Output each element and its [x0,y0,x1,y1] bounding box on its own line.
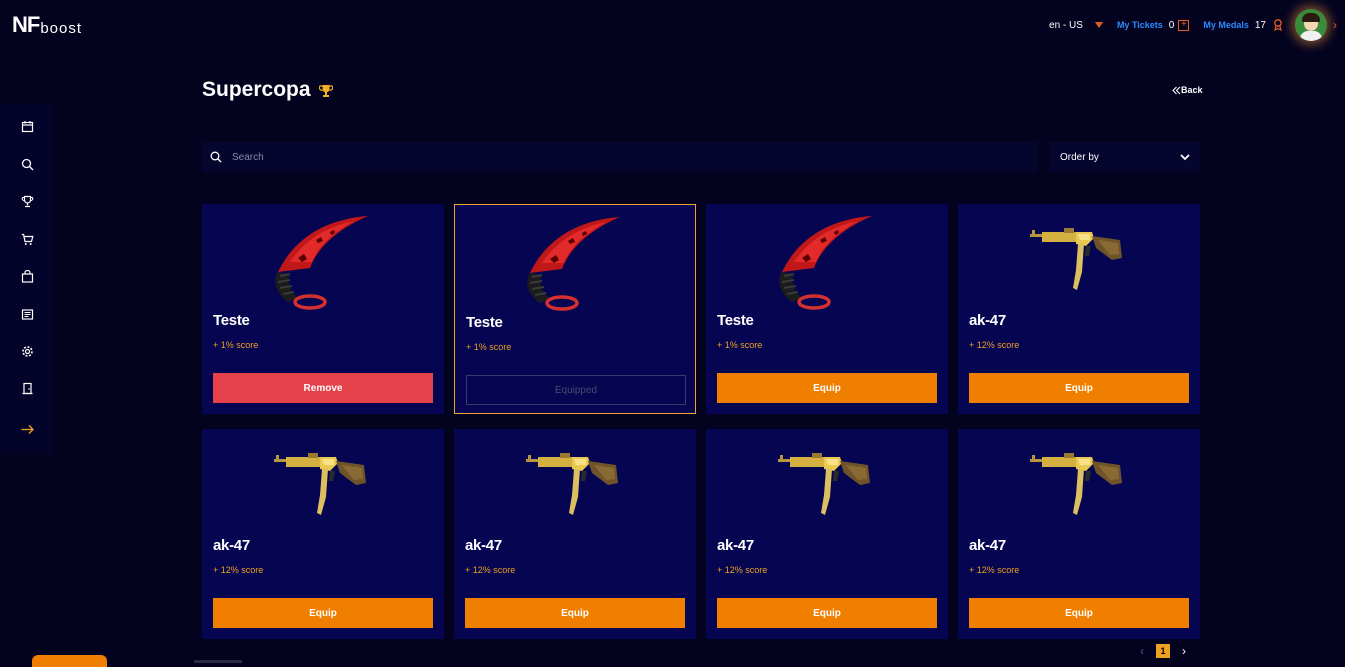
back-button[interactable]: Back [1172,85,1203,95]
avatar[interactable] [1295,9,1327,41]
item-name: ak-47 [969,537,1006,554]
my-medals-link[interactable]: My Medals [1203,20,1249,30]
search-input[interactable] [230,150,1014,164]
top-bar: en - US My Tickets 0 + My Medals 17 › [1049,8,1337,42]
equip-button[interactable]: Equip [717,373,937,403]
item-card: ak-47 + 12% score Equip [958,429,1200,639]
order-by-label: Order by [1060,151,1099,163]
item-card: ak-47 + 12% score Equip [454,429,696,639]
chevron-down-icon [1180,153,1190,160]
page-title: Supercopa [202,78,311,101]
karambit-knife-image [772,210,882,310]
trophy-icon[interactable] [20,194,34,208]
trophy-icon [319,85,333,97]
remove-button[interactable]: Remove [213,373,433,403]
cart-icon[interactable] [20,232,34,246]
search-bar [202,142,1038,172]
item-bonus: + 1% score [466,342,512,352]
item-bonus: + 12% score [969,340,1020,350]
gold-ak47-image [772,435,882,535]
calendar-icon[interactable] [20,119,34,133]
item-name: ak-47 [717,537,754,554]
search-icon [210,151,222,163]
equip-button[interactable]: Equip [465,598,685,628]
item-card: ak-47 + 12% score Equip [706,429,948,639]
item-bonus: + 1% score [717,340,763,350]
item-name: Teste [213,312,250,329]
item-name: Teste [717,312,754,329]
gold-ak47-image [1024,435,1134,535]
bag-icon[interactable] [20,269,34,283]
add-ticket-icon[interactable]: + [1178,19,1190,31]
logo[interactable]: NF boost [12,12,83,37]
item-name: ak-47 [969,312,1006,329]
back-label: Back [1181,85,1203,95]
bottom-tab[interactable] [32,655,107,667]
equip-button[interactable]: Equip [717,598,937,628]
karambit-knife-image [268,210,378,310]
item-name: ak-47 [465,537,502,554]
door-icon[interactable] [20,381,34,395]
pagination: ‹ 1 › [1140,644,1186,658]
equip-button[interactable]: Equip [213,598,433,628]
item-card: Teste + 1% score Equipped [454,204,696,414]
medal-icon [1274,19,1282,31]
order-by-select[interactable]: Order by [1049,142,1200,172]
prev-page-icon[interactable]: ‹ [1140,644,1144,658]
item-bonus: + 12% score [717,565,768,575]
next-page-icon[interactable]: › [1182,644,1186,658]
item-name: ak-47 [213,537,250,554]
item-card: Teste + 1% score Remove [202,204,444,414]
my-tickets-link[interactable]: My Tickets [1117,20,1163,30]
equip-button[interactable]: Equip [969,598,1189,628]
item-card: Teste + 1% score Equip [706,204,948,414]
tickets-count: 0 [1168,19,1175,31]
language-selector[interactable]: en - US [1049,20,1083,31]
sidebar [0,104,53,454]
item-bonus: + 12% score [213,565,264,575]
karambit-knife-image [520,211,630,311]
arrow-right-icon[interactable] [20,422,34,436]
gold-ak47-image [520,435,630,535]
item-name: Teste [466,314,503,331]
item-card: ak-47 + 12% score Equip [958,204,1200,414]
medals-count: 17 [1254,19,1266,31]
search-icon[interactable] [20,157,34,171]
gold-ak47-image [1024,210,1134,310]
logo-sub: boost [40,20,83,37]
gear-icon[interactable] [20,344,34,358]
double-chevron-left-icon [1172,86,1181,94]
equip-button[interactable]: Equip [969,373,1189,403]
item-bonus: + 12% score [969,565,1020,575]
page-number[interactable]: 1 [1156,644,1170,658]
gold-ak47-image [268,435,378,535]
item-bonus: + 1% score [213,340,259,350]
news-icon[interactable] [20,307,34,321]
caret-down-icon[interactable] [1094,22,1103,28]
item-bonus: + 12% score [465,565,516,575]
chevron-right-icon[interactable]: › [1333,18,1337,32]
logo-main: NF [12,12,40,37]
equipped-button: Equipped [466,375,686,405]
item-card: ak-47 + 12% score Equip [202,429,444,639]
